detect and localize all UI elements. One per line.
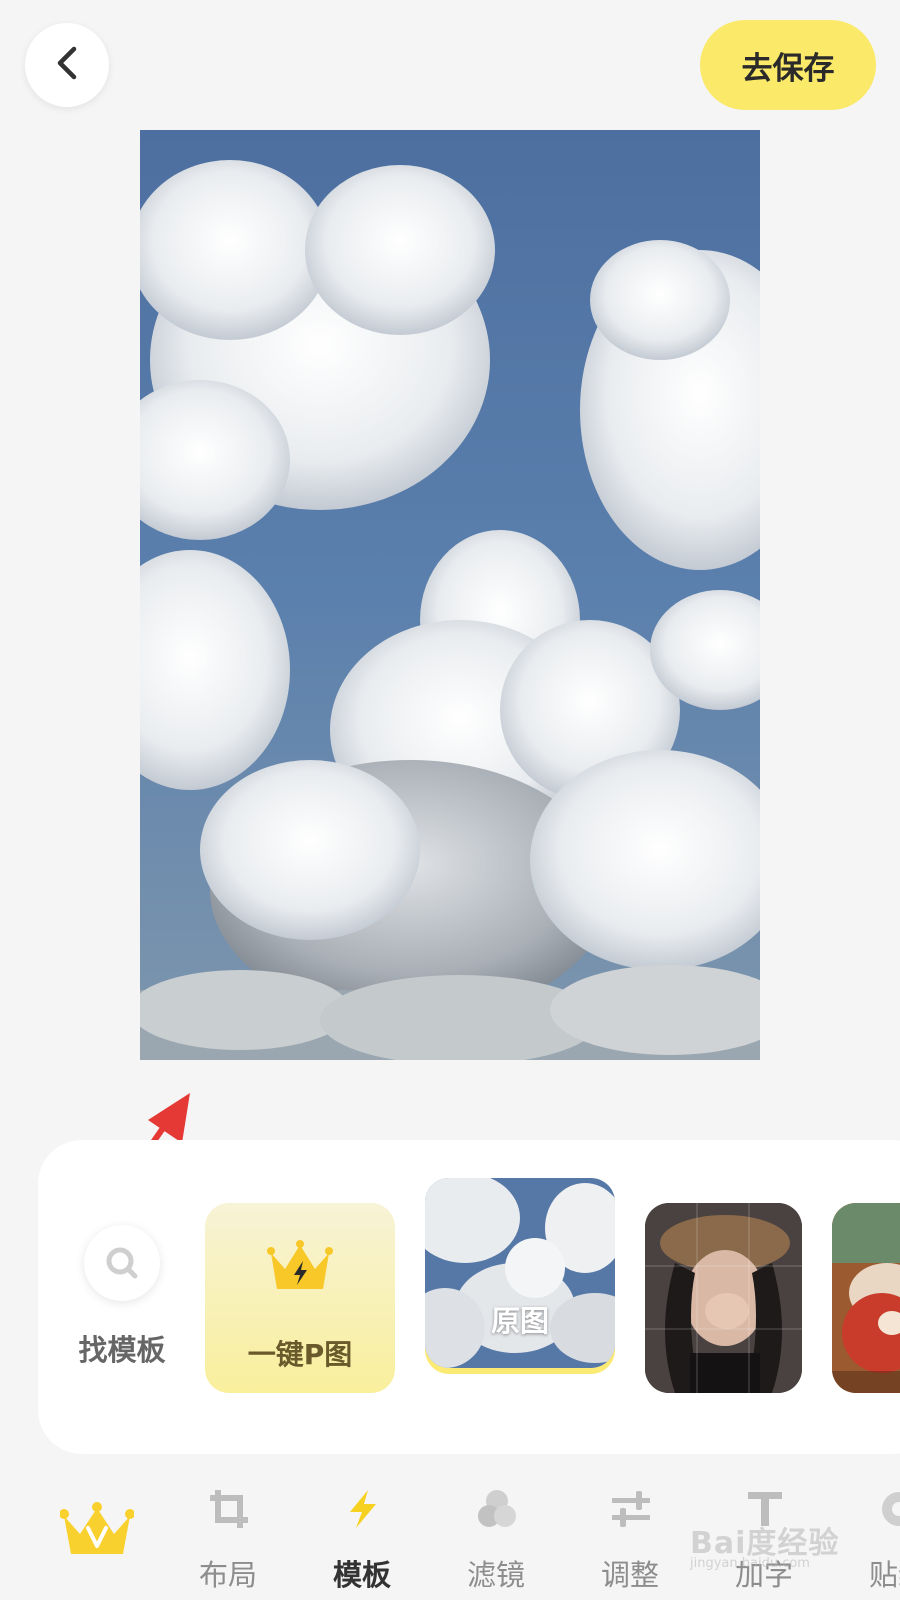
sticker-icon xyxy=(878,1488,900,1530)
portrait-thumbnail xyxy=(645,1203,802,1393)
filter-circles-icon xyxy=(476,1488,518,1530)
nav-layout-label: 布局 xyxy=(198,1558,257,1592)
nav-adjust-label: 调整 xyxy=(600,1558,659,1592)
nav-filter-label: 滤镜 xyxy=(466,1558,525,1592)
food-thumbnail xyxy=(832,1203,900,1393)
search-icon xyxy=(84,1225,160,1301)
nav-layout[interactable]: 布局 xyxy=(168,1470,288,1600)
lightning-icon xyxy=(342,1488,384,1530)
chevron-left-icon xyxy=(52,43,82,87)
nav-adjust[interactable]: 调整 xyxy=(570,1470,690,1600)
crop-icon xyxy=(208,1488,250,1530)
save-button[interactable]: 去保存 xyxy=(700,20,876,110)
template-food-card[interactable] xyxy=(832,1203,900,1393)
watermark-url: jingyan.baidu.com xyxy=(690,1556,810,1571)
sliders-icon xyxy=(610,1488,652,1530)
original-image-card[interactable]: 原图 xyxy=(425,1178,615,1368)
nav-template-label: 模板 xyxy=(332,1558,391,1592)
template-portrait-card[interactable] xyxy=(645,1203,802,1393)
original-image-label: 原图 xyxy=(490,1304,549,1338)
one-key-edit-card[interactable]: 一键P图 xyxy=(205,1203,395,1393)
nav-template[interactable]: 模板 xyxy=(302,1470,422,1600)
nav-sticker[interactable]: 贴纸 xyxy=(838,1470,900,1600)
find-template-label: 找模板 xyxy=(78,1333,166,1367)
crown-lightning-icon xyxy=(267,1239,333,1299)
nav-sticker-label: 贴纸 xyxy=(868,1558,900,1592)
find-template-button[interactable]: 找模板 xyxy=(38,1225,206,1390)
nav-filter[interactable]: 滤镜 xyxy=(436,1470,556,1600)
back-button[interactable] xyxy=(25,23,109,107)
photo-canvas[interactable] xyxy=(140,130,760,1060)
one-key-edit-label: 一键P图 xyxy=(247,1338,353,1371)
vip-crown-icon[interactable] xyxy=(59,1500,135,1560)
